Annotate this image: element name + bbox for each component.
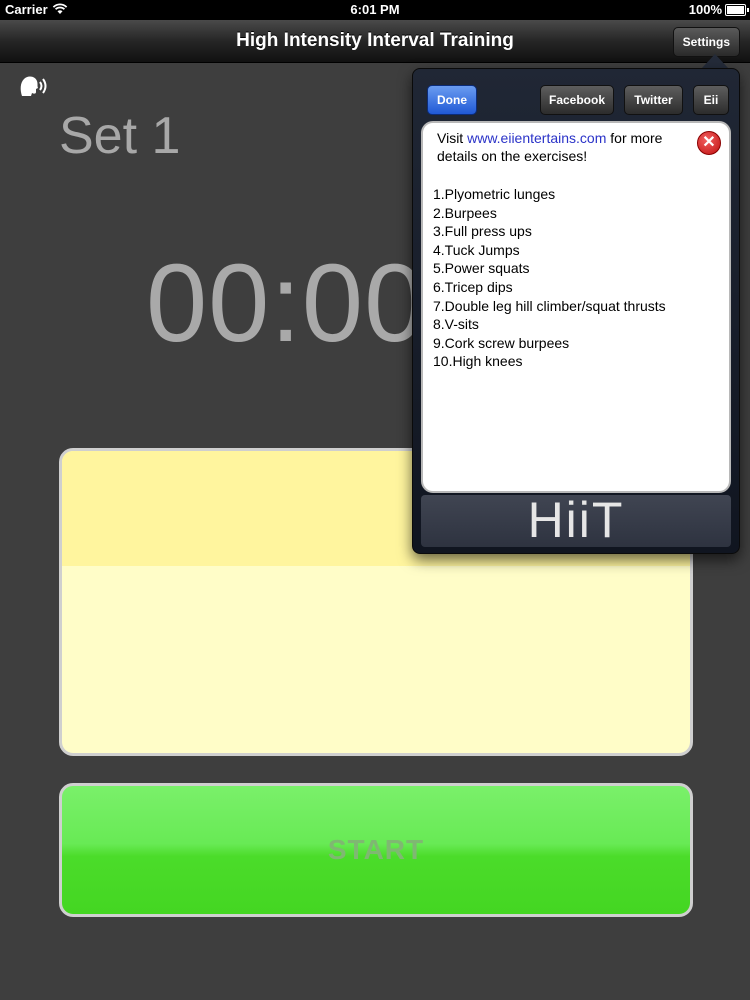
app-title: High Intensity Interval Training: [236, 30, 514, 51]
list-item: 10.High knees: [433, 353, 523, 370]
list-item: 5.Power squats: [433, 260, 530, 277]
intro-prefix: Visit: [437, 130, 468, 146]
start-button[interactable]: START: [59, 783, 693, 917]
list-item: 8.V-sits: [433, 316, 479, 333]
start-button-label: START: [327, 834, 425, 865]
battery-percent: 100%: [688, 2, 722, 17]
settings-popover: Done Facebook Twitter Eii Visit www.eiie…: [412, 68, 740, 554]
intro-text: Visit www.eiientertains.com for more det…: [437, 129, 697, 165]
battery-icon: [725, 4, 749, 16]
popover-toolbar: Done Facebook Twitter Eii: [413, 69, 739, 119]
settings-button[interactable]: Settings: [672, 27, 740, 57]
done-button[interactable]: Done: [427, 85, 477, 115]
timer-display: 00:00: [146, 242, 427, 365]
website-link[interactable]: www.eiientertains.com: [467, 130, 606, 146]
exercise-list: 1.Plyometric lunges 2.Burpees 3.Full pre…: [433, 185, 666, 371]
status-bar: Carrier 6:01 PM 100%: [0, 0, 750, 20]
set-label: Set 1: [59, 107, 181, 165]
list-item: 7.Double leg hill climber/squat thrusts: [433, 297, 666, 314]
eii-button[interactable]: Eii: [693, 85, 729, 115]
list-item: 6.Tricep dips: [433, 278, 513, 295]
navigation-bar: High Intensity Interval Training Setting…: [0, 20, 750, 63]
twitter-button[interactable]: Twitter: [624, 85, 683, 115]
list-item: 9.Cork screw burpees: [433, 334, 570, 351]
close-icon[interactable]: ✕: [697, 131, 721, 155]
hiit-logo: HiiT: [421, 492, 731, 548]
hiit-logo-text: HiiT: [527, 492, 625, 548]
list-item: 2.Burpees: [433, 204, 497, 221]
facebook-button[interactable]: Facebook: [540, 85, 614, 115]
exercise-details-box: Visit www.eiientertains.com for more det…: [421, 121, 731, 493]
list-item: 4.Tuck Jumps: [433, 241, 520, 258]
list-item: 3.Full press ups: [433, 223, 532, 240]
speaker-voice-icon[interactable]: [18, 74, 50, 100]
popover-arrow: [701, 54, 729, 69]
status-time: 6:01 PM: [350, 2, 400, 17]
list-item: 1.Plyometric lunges: [433, 186, 556, 202]
